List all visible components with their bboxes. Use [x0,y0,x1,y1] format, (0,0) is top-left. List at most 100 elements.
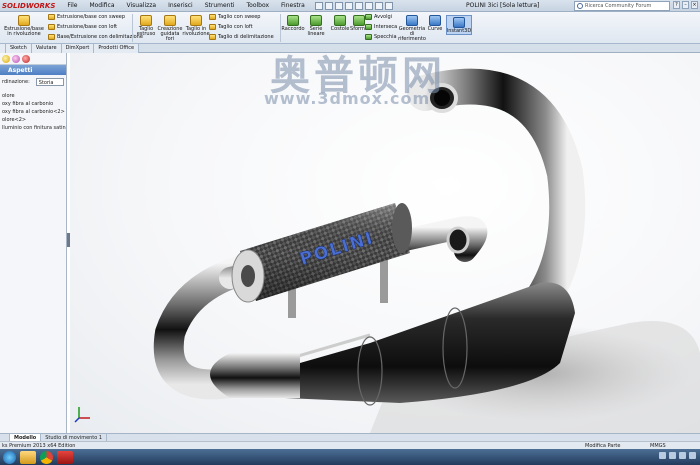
reference-geometry-icon [406,15,418,26]
inlet-flange [446,226,470,254]
file-explorer-icon[interactable] [20,450,36,464]
scenes-icon[interactable] [12,54,20,63]
rear-bend-pipe [407,68,586,321]
ordination-label: rdinazione: [2,79,30,85]
app-logo[interactable]: SOLIDWORKS [0,2,61,10]
hole-wizard-button[interactable]: Creazione guidata fori [157,15,183,42]
intersect-button[interactable]: Interseca [365,24,397,30]
decals-icon[interactable] [22,54,30,63]
revolve-base-button[interactable]: Estrusione/base in rivoluzione [2,15,46,37]
list-item[interactable]: olore<2> [0,116,66,124]
panel-title: Aspetti [0,65,66,75]
menu-modifica[interactable]: Modifica [83,2,120,9]
revolved-cut-icon [190,15,202,26]
mirror-button[interactable]: Specchia [365,34,397,40]
help-icon[interactable]: ? [673,1,680,9]
draft-icon [353,15,365,26]
lofted-cut-button[interactable]: Taglio con loft [209,24,253,30]
battery-icon[interactable] [689,452,696,459]
swept-cut-button[interactable]: Taglio con sweep [209,14,260,20]
os-taskbar [0,449,700,465]
panel-toolbar [0,53,66,65]
print-icon[interactable] [344,1,353,10]
tab-dimxpert[interactable]: DimXpert [61,44,95,53]
instant3d-button[interactable]: Instant3D [446,15,472,35]
hole-wizard-icon [164,15,176,26]
axis-triad-icon [74,407,90,423]
menu-inserisci[interactable]: Inserisci [162,2,199,9]
rebuild-icon[interactable] [374,1,383,10]
menu-file[interactable]: File [61,2,83,9]
loft-base-button[interactable]: Estrusione/base con loft [48,24,117,30]
start-button-icon[interactable] [3,450,16,464]
status-bar: ks Premium 2013 x64 Edition Modifica Par… [0,441,700,449]
boundary-cut-icon [209,34,216,40]
revolved-cut-button[interactable]: Taglio in rivoluzione [182,15,210,37]
boundary-base-button[interactable]: Base/Estrusione con delimitazione [48,34,143,40]
fillet-button[interactable]: Raccordo [281,15,305,32]
curves-icon [429,15,441,26]
tab-prodotti-office[interactable]: Prodotti Office [94,44,140,53]
list-item[interactable]: olore [0,92,66,100]
reference-geometry-button[interactable]: Geometria di riferimento [396,15,428,42]
sweep-icon [48,14,55,20]
options-icon[interactable] [384,1,393,10]
ordination-select[interactable]: Storia [35,78,64,86]
solidworks-taskbar-icon[interactable] [57,450,73,464]
save-icon[interactable] [334,1,343,10]
tab-motion-study[interactable]: Studio di movimento 1 [41,434,108,441]
list-item[interactable]: lluminio con finitura satinata [0,124,66,132]
model-tabs: Modello Studio di movimento 1 [0,433,700,441]
list-item[interactable]: oxy fibra al carbonio [0,100,66,108]
minimize-icon[interactable]: – [682,1,689,9]
close-icon[interactable]: × [691,1,698,9]
mirror-icon [365,34,372,40]
linear-pattern-icon [310,15,322,26]
new-file-icon[interactable] [314,1,323,10]
sweep-base-button[interactable]: Estrusione/base con sweep [48,14,125,20]
document-title: POLINI 3ici [Sola lettura] [466,2,540,9]
intersect-icon [365,24,372,30]
linear-pattern-button[interactable]: Serie lineare [304,15,328,37]
select-icon[interactable] [364,1,373,10]
extruded-cut-icon [140,15,152,26]
instant3d-icon [453,17,465,28]
tab-nav-arrows[interactable] [0,434,10,441]
curves-button[interactable]: Curve [426,15,444,32]
boundary-cut-button[interactable]: Taglio di delimitazione [209,34,274,40]
search-icon [577,3,583,9]
flag-icon[interactable] [679,452,686,459]
rib-icon [334,15,346,26]
open-file-icon[interactable] [324,1,333,10]
network-icon[interactable] [659,452,666,459]
tab-sketch[interactable]: Sketch [6,44,32,53]
tab-modello[interactable]: Modello [10,434,42,441]
feature-manager-panel: Aspetti rdinazione: Storia olore oxy fib… [0,53,67,433]
wrap-button[interactable]: Avvolgi [365,14,392,20]
lofted-cut-icon [209,24,216,30]
command-manager: Estrusione/base in rivoluzione Estrusion… [0,12,700,44]
volume-icon[interactable] [669,452,676,459]
appearance-list: olore oxy fibra al carbonio oxy fibra al… [0,92,66,132]
watermark-url: www.3dmox.com [264,89,431,108]
ribbon-separator [132,14,133,42]
appearances-icon[interactable] [2,54,10,63]
quick-access-toolbar [314,1,393,10]
menu-bar: SOLIDWORKS File Modifica Visualizza Inse… [0,0,700,12]
boundary-icon [48,34,55,40]
extruded-cut-button[interactable]: Taglio estruso [134,15,158,37]
revolve-icon [18,15,30,26]
chrome-icon[interactable] [40,450,53,464]
search-input[interactable]: Ricerca Community Forum [574,1,670,11]
rib-button[interactable]: Costole [330,15,350,32]
undo-icon[interactable] [354,1,363,10]
window-controls: ? – × [673,1,698,9]
list-item[interactable]: oxy fibra al carbonio<2> [0,108,66,116]
graphics-area[interactable]: POLINI 奥普顿网 www.3dmox.com [70,53,700,433]
menu-finestra[interactable]: Finestra [275,2,311,9]
menu-strumenti[interactable]: Strumenti [199,2,241,9]
menu-toolbox[interactable]: Toolbox [241,2,276,9]
tab-valutare[interactable]: Valutare [31,44,62,53]
exhaust-model[interactable]: POLINI [70,53,700,433]
menu-visualizza[interactable]: Visualizza [121,2,163,9]
